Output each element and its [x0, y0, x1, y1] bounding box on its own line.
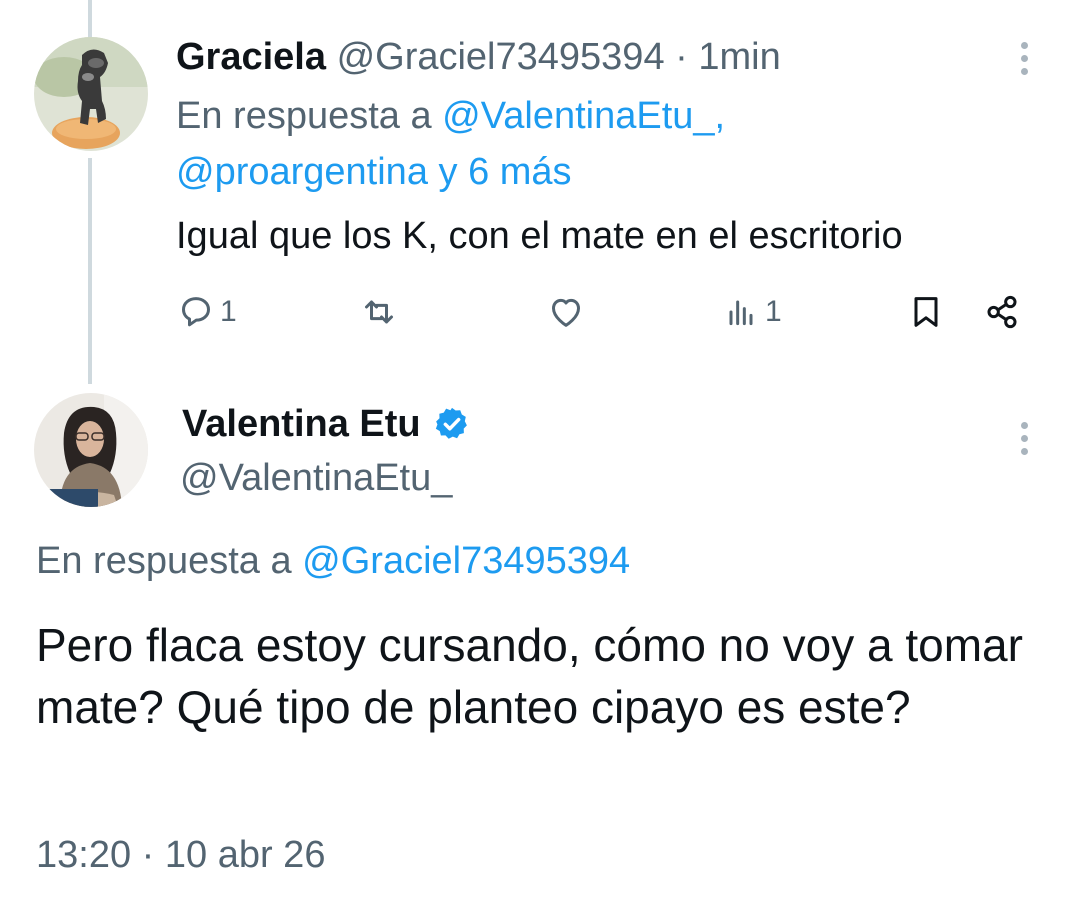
tweet-text: Igual que los K, con el mate en el escri…: [176, 215, 903, 257]
share-icon: [987, 295, 1017, 329]
reply-context-more: @proargentina y 6 más: [176, 149, 572, 195]
verified-badge-icon[interactable]: [433, 405, 471, 443]
mention-link[interactable]: @Graciel73495394: [302, 540, 630, 582]
separator: ·: [141, 834, 155, 876]
reply-count: 1: [220, 295, 237, 328]
like-button[interactable]: [546, 290, 586, 334]
tweet-date[interactable]: 10 abr 26: [165, 834, 326, 876]
author-name[interactable]: Graciela: [176, 36, 326, 78]
thread-line-top: [88, 0, 92, 40]
reply-prefix: En respuesta a: [36, 540, 292, 582]
bookmark-button[interactable]: [906, 290, 946, 334]
bookmark-icon: [914, 297, 938, 327]
retweet-icon: [365, 300, 393, 324]
author-name-row: Valentina Etu: [182, 401, 471, 447]
timestamp[interactable]: 1min: [698, 36, 780, 78]
tweet-actions: 1 1: [176, 290, 1036, 334]
share-button[interactable]: [982, 290, 1022, 334]
tweet1-header: Graciela @Graciel73495394 · 1min: [176, 35, 781, 79]
tweet-time[interactable]: 13:20: [36, 834, 131, 876]
retweet-button[interactable]: [359, 290, 399, 334]
author-handle[interactable]: @ValentinaEtu_: [180, 455, 452, 501]
avatar-graciela[interactable]: [34, 37, 148, 151]
author-name[interactable]: Valentina Etu: [182, 401, 421, 447]
avatar-person-image: [34, 393, 148, 507]
mention-link[interactable]: @ValentinaEtu_,: [442, 95, 725, 137]
more-icon[interactable]: [1014, 42, 1034, 82]
views-count: 1: [765, 295, 782, 328]
avatar-valentina[interactable]: [34, 393, 148, 507]
mention-link-more[interactable]: @proargentina y 6 más: [176, 151, 572, 193]
conversation-view: Graciela @Graciel73495394 · 1min En resp…: [0, 0, 1080, 901]
avatar-dog-image: [34, 37, 148, 151]
like-icon: [552, 298, 580, 327]
views-icon: [729, 300, 753, 326]
reply-prefix: En respuesta a: [176, 95, 432, 137]
reply-context: En respuesta a @ValentinaEtu_,: [176, 93, 725, 139]
tweet-meta: 13:20 · 10 abr 26: [36, 832, 325, 878]
author-handle[interactable]: @Graciel73495394: [337, 36, 665, 78]
reply-context: En respuesta a @Graciel73495394: [36, 538, 630, 584]
views-button[interactable]: 1: [721, 290, 782, 334]
separator: ·: [675, 36, 688, 78]
more-icon[interactable]: [1014, 422, 1034, 462]
tweet-text: Pero flaca estoy cursando, cómo no voy a…: [36, 619, 1023, 733]
thread-line: [88, 158, 92, 384]
reply-button[interactable]: 1: [176, 290, 237, 334]
reply-icon: [182, 297, 210, 327]
